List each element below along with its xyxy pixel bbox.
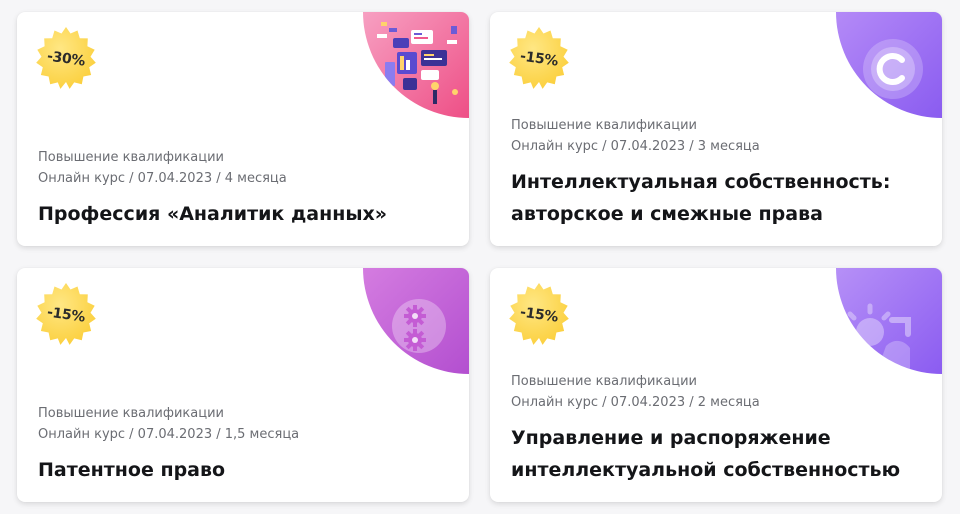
course-meta: Онлайн курс / 07.04.2023 / 3 месяца [511, 139, 760, 154]
course-title-line: Управление и распоряжение [511, 427, 831, 449]
course-category: Повышение квалификации [511, 374, 697, 389]
course-info: Повышение квалификации Онлайн курс / 07.… [38, 403, 429, 486]
copyright-icon [836, 12, 942, 118]
discount-label: -30% [46, 48, 86, 70]
course-category: Повышение квалификации [38, 406, 224, 421]
course-title[interactable]: Профессия «Аналитик данных» [38, 198, 429, 230]
course-card-intellectual-property[interactable]: -15% Повышение квалификации Онлайн курс … [490, 12, 942, 246]
course-category: Повышение квалификации [38, 150, 224, 165]
course-grid: -30% Повышение квалификации Онлайн курс … [0, 0, 960, 514]
course-title-line: Интеллектуальная собственность: [511, 171, 891, 193]
course-meta: Онлайн курс / 07.04.2023 / 1,5 месяца [38, 427, 300, 442]
discount-badge: -15% [506, 282, 572, 348]
course-info: Повышение квалификации Онлайн курс / 07.… [511, 371, 902, 486]
course-title[interactable]: Патентное право [38, 454, 429, 486]
discount-label: -15% [46, 304, 86, 326]
course-info: Повышение квалификации Онлайн курс / 07.… [38, 147, 429, 230]
course-title-line: Патентное право [38, 459, 226, 481]
course-category: Повышение квалификации [511, 118, 697, 133]
course-title[interactable]: Интеллектуальная собственность: авторско… [511, 166, 902, 230]
course-info: Повышение квалификации Онлайн курс / 07.… [511, 115, 902, 230]
data-analytics-illustration-icon [363, 12, 469, 118]
discount-label: -15% [519, 304, 559, 326]
discount-badge: -15% [506, 26, 572, 92]
gears-icon [363, 268, 469, 374]
course-meta: Онлайн курс / 07.04.2023 / 4 месяца [38, 171, 287, 186]
course-title-line: авторское и смежные права [511, 203, 823, 225]
discount-badge: -15% [33, 282, 99, 348]
course-title[interactable]: Управление и распоряжение интеллектуальн… [511, 422, 902, 486]
discount-badge: -30% [33, 26, 99, 92]
discount-label: -15% [519, 48, 559, 70]
course-meta: Онлайн курс / 07.04.2023 / 2 месяца [511, 395, 760, 410]
sun-icon [836, 268, 942, 374]
course-card-patent-law[interactable]: -15% Повышение квалификации Онлайн курс … [17, 268, 469, 502]
course-title-line: интеллектуальной собственностью [511, 459, 901, 481]
course-card-ip-management[interactable]: -15% Повышение квалификации Онлайн курс … [490, 268, 942, 502]
course-card-data-analyst[interactable]: -30% Повышение квалификации Онлайн курс … [17, 12, 469, 246]
course-title-line: Профессия «Аналитик данных» [38, 203, 388, 225]
